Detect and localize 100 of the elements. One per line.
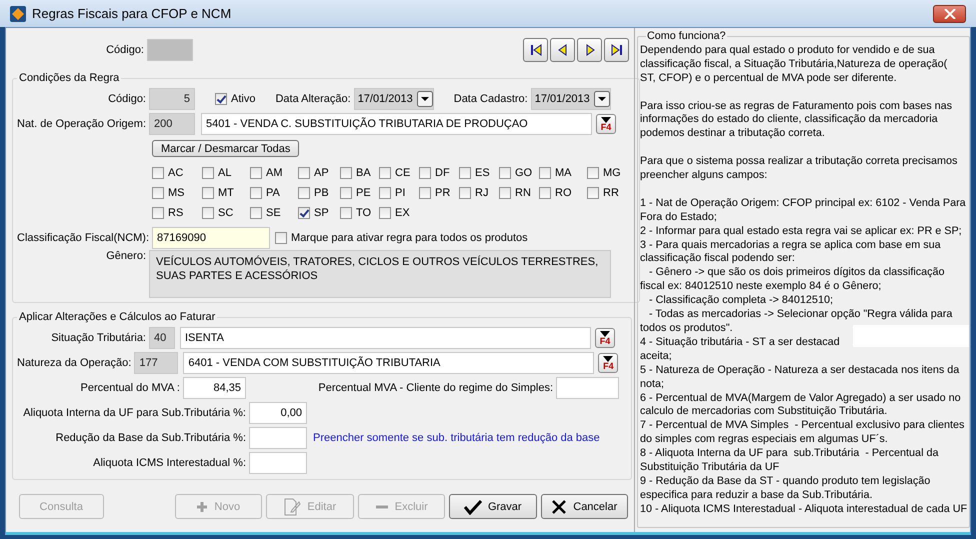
help-text: informações do estado do cliente, classificação da mercadoria — [640, 113, 938, 128]
help-text: - Todas as mercadorias -> Selecionar opção "Regra válida para — [648, 308, 952, 322]
state-checkbox[interactable]: MT — [202, 187, 250, 199]
state-checkbox[interactable]: RR — [587, 187, 633, 199]
code-field[interactable] — [147, 39, 193, 61]
description-field[interactable]: ISENTA — [180, 326, 591, 348]
left-arrow-icon — [556, 43, 570, 57]
state-checkbox[interactable]: SC — [202, 207, 250, 219]
field-label: Percentual do MVA : — [80, 382, 181, 394]
close-icon — [551, 498, 568, 514]
field-label: Situação Tributária: — [50, 332, 147, 344]
state-checkbox[interactable]: RJ — [459, 187, 499, 199]
state-checkbox[interactable]: GO — [499, 167, 539, 179]
help-text: 6 - Percentual de MVA(Margem de Valor Agregado) a ser usado no — [640, 392, 961, 406]
close-button[interactable] — [933, 4, 966, 22]
code-field[interactable]: 177 — [134, 352, 178, 374]
all-products-checkbox[interactable]: Marque para ativar regra para todos os produtos — [275, 232, 528, 244]
state-checkbox[interactable]: PA — [250, 187, 298, 199]
state-checkbox[interactable]: PI — [379, 187, 419, 199]
description-field[interactable]: 5401 - VENDA C. SUBSTITUIÇÃO TRIBUTARIA DE PRODUÇAO — [201, 112, 592, 134]
field-label: Data Cadastro: — [454, 92, 529, 104]
help-text: aceita; — [640, 350, 672, 364]
state-checkbox[interactable]: SP — [298, 207, 340, 219]
state-checkbox[interactable]: AP — [298, 167, 340, 179]
state-checkbox[interactable]: PE — [340, 187, 379, 199]
state-checkbox[interactable]: ES — [459, 167, 499, 179]
state-checkbox[interactable]: RN — [499, 187, 539, 199]
help-text: 3 - Para quais mercadorias a regra se aplica com base em sua — [640, 238, 941, 252]
state-checkbox[interactable]: AC — [152, 167, 202, 179]
date-field[interactable]: 17/01/2013 — [530, 88, 611, 110]
ncm-field[interactable]: 87169090 — [152, 226, 270, 248]
cancelar-button[interactable]: Cancelar — [540, 494, 628, 519]
nav-button[interactable] — [604, 38, 629, 62]
help-text: 4 - Situação tributária - ST a ser destacad — [640, 336, 840, 350]
state-checkbox[interactable]: BA — [340, 167, 379, 179]
state-checkbox[interactable]: SE — [250, 207, 298, 219]
state-checkbox[interactable]: AL — [202, 167, 250, 179]
rate-field[interactable]: 0,00 — [249, 402, 307, 424]
lookup-button[interactable]: F4 — [595, 328, 615, 348]
help-text: 1 - Nat de Operação Origem: CFOP principal ex: 6102 - Venda Para — [640, 196, 966, 211]
nav-button[interactable] — [523, 38, 548, 62]
field-label: Aliquota Interna da UF para Sub.Tributária %: — [22, 406, 247, 418]
state-checkbox[interactable]: PR — [419, 187, 459, 199]
icms-field[interactable] — [249, 452, 307, 474]
code-field[interactable]: 5 — [149, 88, 195, 110]
state-checkbox[interactable]: MG — [587, 167, 633, 179]
state-checkbox[interactable]: RS — [152, 207, 202, 219]
help-text: todos os produtos". — [640, 322, 733, 336]
help-text: 9 - Redução da Base da ST - quando produto tem legislação — [640, 474, 930, 489]
dropdown-icon — [594, 90, 610, 106]
group-title: Como funciona? — [646, 30, 727, 44]
check-icon — [464, 498, 482, 514]
left-arrow-icon — [528, 43, 542, 57]
help-text: 8 - Aliquota Interna da UF para sub.Tributária - Percentual da — [640, 447, 938, 462]
help-text: classificação fiscal podendo ser: — [640, 252, 795, 266]
code-field[interactable]: 200 — [149, 112, 196, 134]
field-label: Data Alteração: — [275, 92, 352, 104]
state-checkbox[interactable]: AM — [250, 167, 298, 179]
field-label: Natureza da Operação: — [17, 356, 132, 368]
state-checkbox[interactable]: TO — [340, 207, 379, 219]
nav-button[interactable] — [550, 38, 575, 62]
description-field[interactable]: 6401 - VENDA COM SUBSTITUIÇÃO TRIBUTARIA — [183, 352, 594, 374]
caret-icon — [603, 356, 614, 362]
code-field[interactable]: 40 — [149, 326, 175, 348]
gravar-button[interactable]: Gravar — [449, 494, 537, 519]
nav-button[interactable] — [577, 38, 602, 62]
state-checkbox[interactable]: MA — [539, 167, 587, 179]
mva-simples-field[interactable] — [556, 376, 619, 398]
state-checkbox[interactable]: PB — [298, 187, 340, 199]
window-title: Regras Fiscais para CFOP e NCM — [32, 6, 232, 21]
field-label: Aliquota ICMS Interestadual %: — [92, 456, 247, 468]
reduction-field[interactable] — [249, 426, 307, 448]
help-text: - Classificação completa -> 84012510; — [648, 294, 833, 308]
help-text: 10 - Aliquota ICMS Interestadual - Aliquota interestadual de cada UF — [640, 502, 968, 517]
state-checkbox[interactable]: EX — [379, 207, 419, 219]
help-text: 7 - Percentual de MVA Simples - Percentual exclusivo para clientes — [640, 419, 964, 434]
mva-field[interactable]: 84,35 — [183, 376, 246, 398]
lookup-button[interactable]: F4 — [596, 114, 616, 134]
field-label: Classificação Fiscal(NCM): — [17, 232, 150, 244]
help-text: nota; — [640, 378, 664, 392]
genre-field[interactable]: VEÍCULOS AUTOMÓVEIS, TRATORES, CICLOS E OUTROS VEÍCULOS TERRESTRES, SUAS PARTES E ACESSÓRIOS — [149, 250, 611, 298]
state-checkbox[interactable]: MS — [152, 187, 202, 199]
toggle-all-button[interactable]: Marcar / Desmarcar Todas — [152, 140, 300, 157]
help-text: fiscal ex: 84012510 neste exemplo 84 é o Gênero; — [640, 280, 882, 294]
close-icon — [944, 8, 956, 18]
date-field[interactable]: 17/01/2013 — [354, 88, 434, 110]
lookup-button[interactable]: F4 — [598, 352, 618, 372]
help-text: 2 - Informar para qual estado esta regra vai se aplicar ex: PR e SP; — [640, 224, 962, 239]
help-text: calculo de mercadorias com Substituição Tributária. — [640, 405, 888, 420]
field-label: Redução da Base da Sub.Tributária %: — [54, 432, 247, 444]
group-title: Condições da Regra — [18, 72, 120, 84]
active-checkbox[interactable]: Ativo — [215, 92, 256, 104]
help-text: - Gênero -> que são os dois primeiros dígitos da classificação — [648, 266, 945, 280]
state-checkbox[interactable]: CE — [379, 167, 419, 179]
hint-text: Preencher somente se sub. tributária tem redução da base — [313, 432, 600, 444]
field-label: Nat. de Operação Origem: — [17, 118, 148, 130]
help-text: Para isso criou-se as regras de Faturamento pois com bases nas — [640, 100, 952, 114]
state-checkbox[interactable]: RO — [539, 187, 587, 199]
state-checkbox[interactable]: DF — [419, 167, 459, 179]
field-label: Percentual MVA - Cliente do regime do Simples: — [318, 382, 554, 394]
